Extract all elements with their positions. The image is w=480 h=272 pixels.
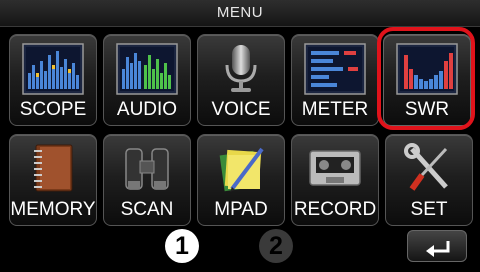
set-button[interactable]: SET bbox=[385, 134, 473, 226]
scope-button[interactable]: SCOPE bbox=[9, 34, 97, 126]
set-label: SET bbox=[410, 199, 448, 220]
memory-button[interactable]: MEMORY bbox=[9, 134, 97, 226]
memory-book-icon bbox=[34, 144, 73, 192]
scope-icon bbox=[22, 43, 84, 95]
voice-label: VOICE bbox=[211, 99, 271, 120]
voice-button[interactable]: VOICE bbox=[197, 34, 285, 126]
return-arrow-icon bbox=[426, 241, 450, 257]
tools-icon bbox=[404, 143, 448, 191]
page-1-indicator[interactable]: 1 bbox=[165, 229, 199, 263]
swr-button[interactable]: SWR bbox=[383, 34, 471, 126]
meter-label: METER bbox=[301, 99, 369, 120]
audio-button[interactable]: AUDIO bbox=[103, 34, 191, 126]
scan-button[interactable]: SCAN bbox=[103, 134, 191, 226]
cassette-icon bbox=[309, 150, 361, 186]
memory-label: MEMORY bbox=[10, 199, 96, 220]
scope-label: SCOPE bbox=[19, 99, 87, 120]
record-button[interactable]: RECORD bbox=[291, 134, 379, 226]
microphone-icon bbox=[225, 45, 257, 92]
meter-icon bbox=[304, 43, 366, 95]
memo-pad-icon bbox=[219, 147, 264, 192]
audio-label: AUDIO bbox=[116, 99, 178, 120]
mpad-button[interactable]: MPAD bbox=[197, 134, 285, 226]
page-2-indicator[interactable]: 2 bbox=[259, 229, 293, 263]
swr-label: SWR bbox=[404, 99, 450, 120]
meter-button[interactable]: METER bbox=[291, 34, 379, 126]
mpad-label: MPAD bbox=[214, 199, 268, 220]
scan-label: SCAN bbox=[120, 199, 174, 220]
binoculars-icon bbox=[125, 148, 169, 190]
record-label: RECORD bbox=[293, 199, 377, 220]
back-button[interactable] bbox=[407, 230, 467, 262]
audio-icon bbox=[116, 43, 178, 95]
swr-graph-icon bbox=[396, 43, 458, 95]
